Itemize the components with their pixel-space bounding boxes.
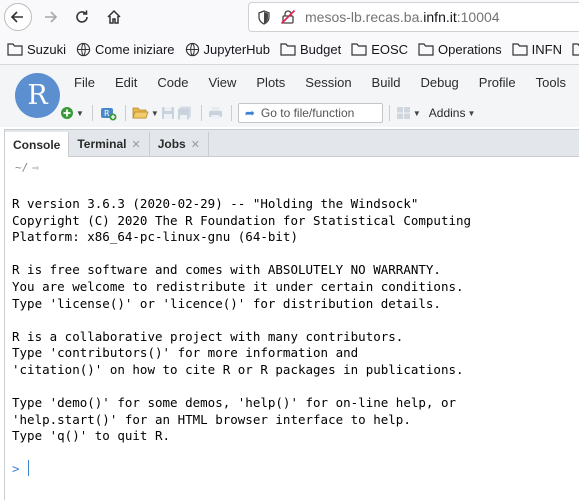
bookmark-come-iniziare[interactable]: Come iniziare	[76, 41, 175, 57]
go-to-arrow-icon: ➦	[244, 106, 255, 120]
globe-icon	[76, 42, 91, 57]
chevron-down-icon: ▼	[150, 108, 159, 118]
save-icon	[161, 107, 174, 119]
menu-debug[interactable]: Debug	[410, 75, 468, 90]
menu-build[interactable]: Build	[362, 75, 411, 90]
console-output: R version 3.6.3 (2020-02-29) -- "Holding…	[12, 196, 472, 444]
tab-terminal[interactable]: Terminal ✕	[69, 132, 150, 156]
open-folder-icon	[132, 107, 149, 119]
console-prompt: >	[12, 460, 20, 476]
bookmark-suzuki[interactable]: Suzuki	[7, 42, 66, 57]
folder-icon	[351, 42, 367, 56]
bookmarks-toolbar: Suzuki Come iniziare JupyterHub Budget E…	[0, 34, 579, 65]
new-project-button[interactable]: R	[99, 105, 117, 121]
console-pane: Console Terminal ✕ Jobs ✕ ~/ ⇨ R version…	[4, 129, 579, 500]
bookmark-label: Budget	[300, 41, 342, 57]
bookmark-in[interactable]: IN	[572, 42, 579, 57]
reload-icon	[76, 10, 88, 23]
bookmark-eosc[interactable]: EOSC	[351, 42, 408, 57]
tab-label: Console	[13, 137, 61, 152]
bookmark-operations[interactable]: Operations	[418, 42, 502, 57]
rstudio-header: R File Edit Code View Plots Session Buil…	[0, 65, 579, 127]
save-button[interactable]	[161, 106, 175, 120]
menu-file[interactable]: File	[64, 75, 105, 90]
project-icon: R	[100, 108, 117, 121]
toolbar-separator	[200, 105, 202, 121]
shield-icon[interactable]	[255, 9, 273, 25]
go-to-placeholder: Go to file/function	[260, 106, 355, 120]
svg-text:R: R	[104, 109, 110, 118]
pane-tabbar: Console Terminal ✕ Jobs ✕	[5, 130, 579, 157]
open-file-button[interactable]: ▼	[132, 106, 159, 120]
menu-session[interactable]: Session	[295, 75, 361, 90]
url-port: :10004	[456, 9, 500, 25]
menu-edit[interactable]: Edit	[105, 75, 147, 90]
addins-label: Addins	[428, 106, 466, 120]
plus-circle-icon	[61, 107, 73, 119]
go-to-directory-icon[interactable]: ⇨	[32, 161, 39, 174]
back-button[interactable]	[4, 3, 32, 31]
chevron-down-icon: ▼	[412, 108, 421, 118]
go-to-file-input[interactable]: ➦ Go to file/function	[237, 103, 383, 123]
toolbar-separator	[91, 105, 93, 121]
bookmark-infn[interactable]: INFN	[512, 42, 562, 57]
folder-icon	[512, 42, 528, 56]
close-icon[interactable]: ✕	[131, 138, 140, 151]
toolbar-separator	[230, 105, 232, 121]
menu-profile[interactable]: Profile	[469, 75, 526, 90]
url-text[interactable]: mesos-lb.recas.ba.infn.it:10004	[305, 9, 500, 25]
print-button[interactable]	[208, 106, 223, 120]
reload-button[interactable]	[68, 3, 96, 31]
tab-label: Terminal	[77, 137, 127, 151]
folder-icon	[7, 42, 23, 56]
new-file-button[interactable]: ▼	[60, 106, 84, 120]
addins-menu[interactable]: Addins ▼	[429, 106, 476, 120]
folder-icon	[280, 42, 296, 56]
arrow-left-icon	[10, 11, 23, 23]
home-icon	[107, 9, 121, 24]
bookmark-budget[interactable]: Budget	[280, 42, 341, 57]
tab-label: Jobs	[157, 137, 186, 151]
bookmark-label: Suzuki	[27, 41, 67, 57]
insecure-lock-icon[interactable]	[279, 9, 297, 25]
url-subdomain: mesos-lb.recas.ba.	[305, 9, 424, 25]
r-logo: R	[15, 73, 60, 118]
print-icon	[208, 107, 222, 119]
home-button[interactable]	[100, 3, 128, 31]
bookmark-label: Come iniziare	[95, 41, 175, 57]
bookmark-label: JupyterHub	[203, 41, 270, 57]
save-all-button[interactable]	[177, 106, 193, 120]
bookmark-jupyterhub[interactable]: JupyterHub	[185, 42, 270, 57]
menubar: File Edit Code View Plots Session Build …	[64, 75, 579, 90]
menu-code[interactable]: Code	[147, 75, 198, 90]
save-all-icon	[177, 106, 191, 120]
toolbar-separator	[124, 105, 126, 121]
tab-console[interactable]: Console	[5, 132, 70, 157]
chevron-down-icon: ▼	[76, 108, 84, 118]
bookmark-label: EOSC	[371, 41, 409, 57]
pane-layout-button[interactable]: ▼	[396, 106, 421, 120]
close-icon[interactable]: ✕	[191, 138, 200, 151]
grid-layout-icon	[396, 107, 410, 119]
folder-icon	[572, 42, 579, 56]
forward-button[interactable]	[36, 3, 64, 31]
tab-jobs[interactable]: Jobs ✕	[150, 132, 209, 156]
working-directory-bar: ~/ ⇨	[5, 157, 579, 177]
toolbar-separator	[388, 105, 390, 121]
menu-tools[interactable]: Tools	[526, 75, 576, 90]
working-directory-path[interactable]: ~/	[15, 161, 28, 174]
address-bar[interactable]: mesos-lb.recas.ba.infn.it:10004	[248, 2, 579, 32]
main-toolbar: ▼ R ▼ ➦ Go to file/function ▼ Addins ▼	[60, 102, 579, 124]
url-domain: infn.it	[423, 9, 457, 25]
console-input[interactable]: >	[12, 460, 29, 476]
arrow-right-icon	[45, 11, 58, 23]
bookmark-label: Operations	[438, 41, 502, 57]
globe-icon	[185, 42, 200, 57]
chevron-down-icon: ▼	[467, 108, 476, 118]
menu-view[interactable]: View	[198, 75, 246, 90]
menu-plots[interactable]: Plots	[246, 75, 295, 90]
bookmark-label: INFN	[531, 41, 562, 57]
folder-icon	[418, 42, 434, 56]
text-cursor	[27, 460, 29, 476]
